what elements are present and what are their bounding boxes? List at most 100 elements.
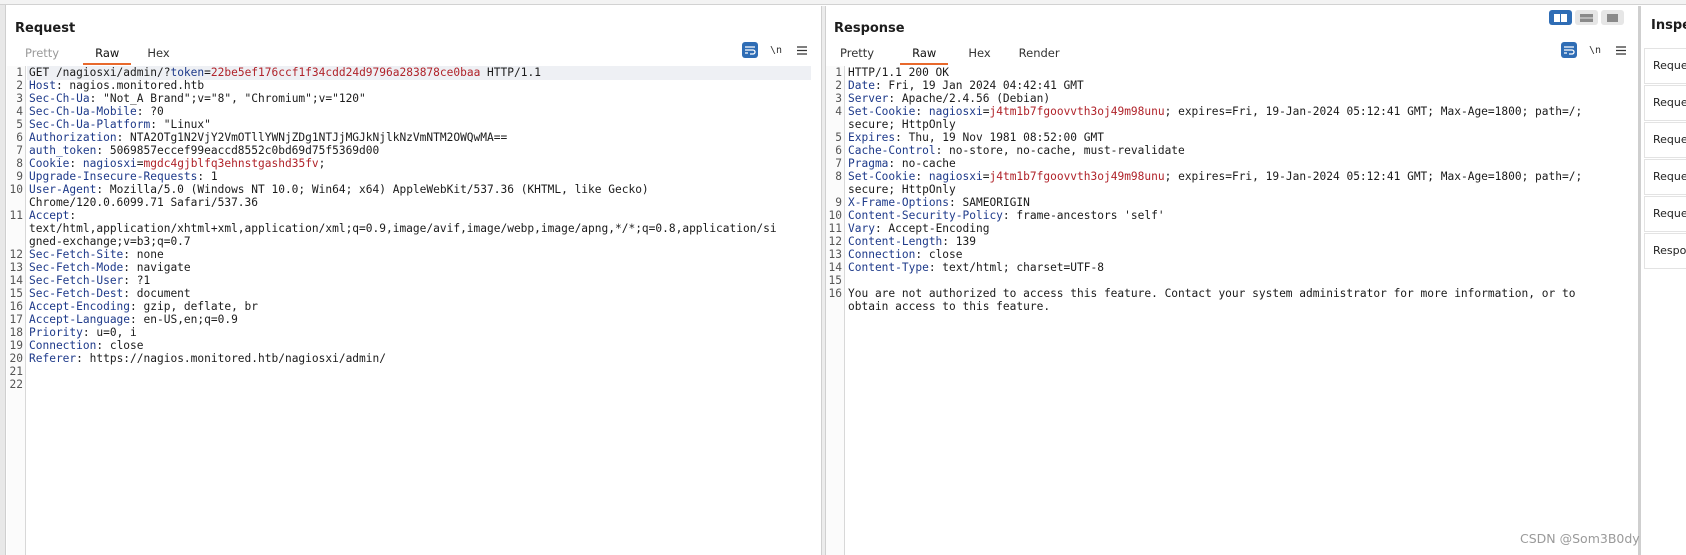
wrap-icon[interactable] xyxy=(742,42,758,58)
request-tab-pretty[interactable]: Pretty xyxy=(13,43,71,65)
code-line: 16 You are not authorized to access this … xyxy=(826,287,1638,301)
wrap-icon[interactable] xyxy=(1561,42,1577,58)
code-line: 6 Authorization: NTA2OTg1N2VjY2VmOTllYWNj… xyxy=(7,131,821,145)
menu-icon[interactable] xyxy=(1613,42,1629,58)
code-line: 14 Content-Type: text/html; charset=UTF-8 xyxy=(826,261,1638,275)
line-number: 14 xyxy=(828,261,842,274)
split-horizontal-icon[interactable] xyxy=(1549,10,1572,25)
line-number: 4 xyxy=(16,105,23,118)
code-line: 15 xyxy=(826,274,1638,288)
line-text: Expires: Thu, 19 Nov 1981 08:52:00 GMT xyxy=(848,131,1104,144)
code-line: 14 Sec-Fetch-User: ?1 xyxy=(7,274,821,288)
inspector-item[interactable]: Reques xyxy=(1644,48,1686,84)
inspector-item[interactable]: Reques xyxy=(1644,159,1686,195)
line-number: 18 xyxy=(9,326,23,339)
line-number: 8 xyxy=(835,170,842,183)
code-line: text/html,application/xhtml+xml,applicat… xyxy=(7,222,821,236)
inspector-item[interactable]: Reques xyxy=(1644,122,1686,158)
line-number: 10 xyxy=(9,183,23,196)
code-line: Chrome/120.0.6099.71 Safari/537.36 xyxy=(7,196,821,210)
code-line: 20 Referer: https://nagios.monitored.htb/… xyxy=(7,352,821,366)
code-line: secure; HttpOnly xyxy=(826,118,1638,132)
line-text: Set-Cookie: nagiosxi=j4tm1b7fgoovvth3oj4… xyxy=(848,105,1583,118)
line-number: 8 xyxy=(16,157,23,170)
code-line: 4 Sec-Ch-Ua-Mobile: ?0 xyxy=(7,105,821,119)
line-number: 6 xyxy=(16,131,23,144)
line-text: Priority: u=0, i xyxy=(29,326,137,339)
line-number: 1 xyxy=(835,66,842,79)
code-line: 21 xyxy=(7,365,821,379)
request-panel: Request Pretty Raw Hex \n 1 GET /nagiosxi… xyxy=(7,6,821,555)
line-text: Sec-Ch-Ua-Mobile: ?0 xyxy=(29,105,164,118)
line-number: 17 xyxy=(9,313,23,326)
line-text: Cache-Control: no-store, no-cache, must-… xyxy=(848,144,1185,157)
line-number: 11 xyxy=(9,209,23,222)
line-number: 12 xyxy=(9,248,23,261)
response-tab-render[interactable]: Render xyxy=(1007,43,1072,65)
line-text: Sec-Fetch-Dest: document xyxy=(29,287,191,300)
top-bar xyxy=(0,0,1686,5)
response-tab-raw[interactable]: Raw xyxy=(900,43,949,65)
request-editor[interactable]: 1 GET /nagiosxi/admin/?token=22be5ef176cc… xyxy=(7,66,821,555)
code-line: 22 xyxy=(7,378,821,392)
line-number: 14 xyxy=(9,274,23,287)
watermark: CSDN @Som3B0dy xyxy=(1520,531,1640,546)
code-line: 3 Server: Apache/2.4.56 (Debian) xyxy=(826,92,1638,106)
line-number: 16 xyxy=(9,300,23,313)
line-text: Sec-Fetch-Site: none xyxy=(29,248,164,261)
line-number: 1 xyxy=(16,66,23,79)
response-editor[interactable]: 1 HTTP/1.1 200 OK 2 Date: Fri, 19 Jan 2024 … xyxy=(826,66,1638,555)
code-line: 3 Sec-Ch-Ua: "Not_A Brand";v="8", "Chromi… xyxy=(7,92,821,106)
request-tools: \n xyxy=(742,42,810,58)
code-line: 17 Accept-Language: en-US,en;q=0.9 xyxy=(7,313,821,327)
line-text: Upgrade-Insecure-Requests: 1 xyxy=(29,170,218,183)
response-panel: Response Pretty Raw Hex Render \n 1 HTTP/… xyxy=(826,6,1638,555)
layout-switch xyxy=(1549,10,1624,25)
line-number: 9 xyxy=(835,196,842,209)
line-number: 3 xyxy=(835,92,842,105)
response-tab-hex[interactable]: Hex xyxy=(956,43,1002,65)
code-line: 2 Host: nagios.monitored.htb xyxy=(7,79,821,93)
line-text: Content-Security-Policy: frame-ancestors… xyxy=(848,209,1165,222)
code-line: 9 X-Frame-Options: SAMEORIGIN xyxy=(826,196,1638,210)
line-text: Pragma: no-cache xyxy=(848,157,956,170)
line-text: secure; HttpOnly xyxy=(848,118,956,131)
request-tab-hex[interactable]: Hex xyxy=(135,43,181,65)
code-line: 9 Upgrade-Insecure-Requests: 1 xyxy=(7,170,821,184)
line-text: Chrome/120.0.6099.71 Safari/537.36 xyxy=(29,196,259,209)
code-line: 5 Expires: Thu, 19 Nov 1981 08:52:00 GMT xyxy=(826,131,1638,145)
code-line: 2 Date: Fri, 19 Jan 2024 04:42:41 GMT xyxy=(826,79,1638,93)
inspector-item[interactable]: Reques xyxy=(1644,196,1686,232)
newline-toggle[interactable]: \n xyxy=(1587,42,1603,58)
menu-icon[interactable] xyxy=(794,42,810,58)
line-number: 5 xyxy=(16,118,23,131)
inspector-item[interactable]: Reques xyxy=(1644,85,1686,121)
newline-toggle[interactable]: \n xyxy=(768,42,784,58)
line-text: GET /nagiosxi/admin/?token=22be5ef176ccf… xyxy=(29,66,541,79)
left-edge xyxy=(0,5,6,555)
response-tab-pretty[interactable]: Pretty xyxy=(828,43,886,65)
code-line: 16 Accept-Encoding: gzip, deflate, br xyxy=(7,300,821,314)
line-text: Vary: Accept-Encoding xyxy=(848,222,990,235)
code-line: 8 Cookie: nagiosxi=mgdc4gjblfq3ehnstgashd… xyxy=(7,157,821,171)
code-line: 12 Content-Length: 139 xyxy=(826,235,1638,249)
code-line: 10 Content-Security-Policy: frame-ancesto… xyxy=(826,209,1638,223)
code-line: 11 Vary: Accept-Encoding xyxy=(826,222,1638,236)
split-vertical-icon[interactable] xyxy=(1575,10,1598,25)
code-line: gned-exchange;v=b3;q=0.7 xyxy=(7,235,821,249)
request-tab-raw[interactable]: Raw xyxy=(83,43,132,65)
line-number: 3 xyxy=(16,92,23,105)
inspector-panel: Inspec Reques Reques Reques Reques Reque… xyxy=(1638,6,1686,555)
inspector-title: Inspec xyxy=(1651,18,1686,33)
line-text: X-Frame-Options: SAMEORIGIN xyxy=(848,196,1030,209)
code-line: 7 Pragma: no-cache xyxy=(826,157,1638,171)
tabs-icon[interactable] xyxy=(1601,10,1624,25)
line-number: 20 xyxy=(9,352,23,365)
code-line: obtain access to this feature. xyxy=(826,300,1638,314)
line-number: 13 xyxy=(828,248,842,261)
response-tools: \n xyxy=(1561,42,1629,58)
inspector-item[interactable]: Respon xyxy=(1644,233,1686,269)
line-number: 6 xyxy=(835,144,842,157)
code-line: 4 Set-Cookie: nagiosxi=j4tm1b7fgoovvth3oj… xyxy=(826,105,1638,119)
line-number: 5 xyxy=(835,131,842,144)
